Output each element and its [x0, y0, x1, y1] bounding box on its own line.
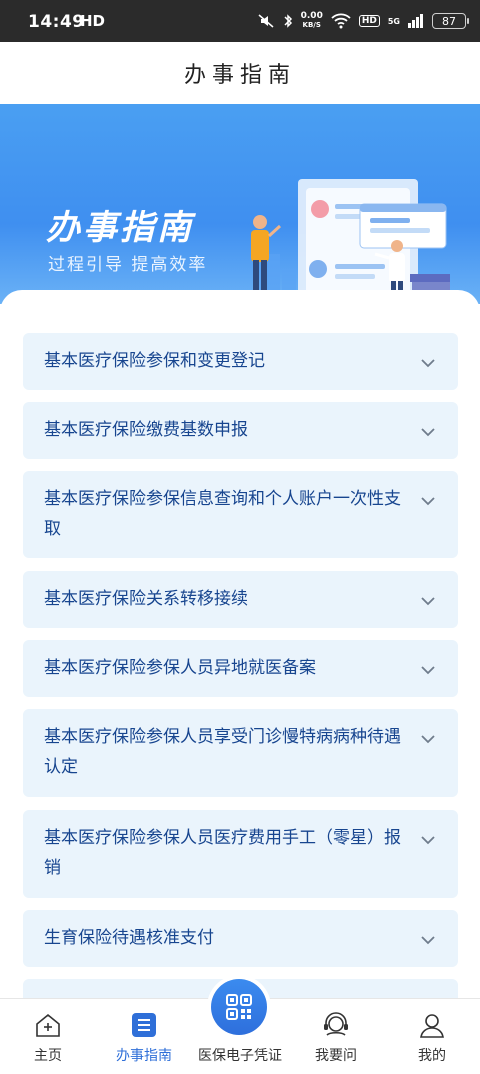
mute-icon	[258, 14, 274, 28]
list-item-label: 基本医疗保险参保信息查询和个人账户一次性支取	[44, 489, 401, 539]
chevron-down-icon	[421, 936, 435, 945]
list-item-label: 基本医疗保险参保人员医疗费用手工（零星）报销	[44, 828, 401, 878]
status-time: 14:49	[28, 12, 85, 32]
headset-icon	[324, 1012, 348, 1036]
banner-title: 办事指南	[46, 208, 194, 248]
chevron-down-icon	[421, 666, 435, 675]
list-item[interactable]: 基本医疗保险参保人员医疗费用手工（零星）报销	[23, 810, 458, 898]
list-item[interactable]: 基本医疗保险关系转移接续	[23, 571, 458, 628]
net-speed-unit: KB/S	[302, 21, 321, 29]
battery-level: 87	[442, 14, 456, 28]
qr-button-circle	[211, 979, 267, 1035]
user-icon	[420, 1014, 444, 1038]
banner: 办事指南 过程引导 提高效率	[0, 104, 480, 304]
list-item[interactable]: 基本医疗保险参保和变更登记	[23, 333, 458, 390]
tab-home-label: 主页	[34, 1048, 62, 1064]
chevron-down-icon	[421, 735, 435, 744]
signal-label: 5G	[387, 16, 400, 26]
tab-e-voucher-label: 医保电子凭证	[198, 1048, 282, 1064]
status-icons: 0.00 KB/S HD 5G 87	[257, 9, 469, 33]
tab-mine-label: 我的	[418, 1048, 446, 1064]
chevron-down-icon	[421, 497, 435, 506]
net-speed: 0.00 KB/S	[301, 12, 323, 30]
list-item[interactable]: 生育保险待遇核准支付	[23, 910, 458, 967]
list-item[interactable]: 基本医疗保险参保人员享受门诊慢特病病种待遇认定	[23, 709, 458, 797]
home-icon	[36, 1013, 60, 1037]
tab-mine[interactable]: 我的	[384, 999, 480, 1074]
title-bar: 办事指南	[0, 42, 480, 104]
page-title: 办事指南	[183, 63, 296, 88]
guide-icon	[132, 1013, 156, 1037]
chevron-down-icon	[421, 428, 435, 437]
tab-guide[interactable]: 办事指南	[96, 999, 192, 1074]
list-item-label: 基本医疗保险关系转移接续	[44, 589, 248, 609]
list-item[interactable]: 基本医疗保险参保信息查询和个人账户一次性支取	[23, 471, 458, 558]
net-speed-value: 0.00	[300, 11, 323, 21]
list-item-label: 基本医疗保险缴费基数申报	[44, 420, 248, 440]
list-item-label: 生育保险待遇核准支付	[44, 928, 214, 948]
status-bar: 14:49 HD 0.00 KB/S HD 5G 87	[0, 0, 480, 42]
tab-ask[interactable]: 我要问	[288, 999, 384, 1074]
e-voucher-qr-button[interactable]	[207, 975, 271, 1039]
list-item-label: 基本医疗保险参保人员享受门诊慢特病病种待遇认定	[44, 727, 401, 777]
list-item-label: 基本医疗保险参保和变更登记	[44, 351, 265, 371]
chevron-down-icon	[421, 597, 435, 606]
banner-illustration	[251, 179, 450, 304]
wifi-icon	[331, 13, 351, 29]
tab-ask-label: 我要问	[315, 1048, 357, 1064]
chevron-down-icon	[421, 359, 435, 368]
banner-subtitle: 过程引导 提高效率	[48, 255, 208, 275]
guide-list-panel: 基本医疗保险参保和变更登记 基本医疗保险缴费基数申报 基本医疗保险参保信息查询和…	[0, 290, 480, 1009]
battery-icon: 87	[432, 13, 469, 29]
status-hd-indicator: HD	[80, 12, 106, 30]
tab-guide-label: 办事指南	[116, 1048, 172, 1064]
list-item[interactable]: 基本医疗保险缴费基数申报	[23, 402, 458, 459]
bluetooth-icon	[284, 14, 292, 28]
signal-icon	[408, 14, 423, 28]
tab-home[interactable]: 主页	[0, 999, 96, 1074]
list-item[interactable]: 基本医疗保险参保人员异地就医备案	[23, 640, 458, 697]
chevron-down-icon	[421, 836, 435, 845]
qr-code-icon	[226, 994, 252, 1020]
hd-badge: HD	[358, 15, 380, 27]
list-item-label: 基本医疗保险参保人员异地就医备案	[44, 658, 316, 678]
